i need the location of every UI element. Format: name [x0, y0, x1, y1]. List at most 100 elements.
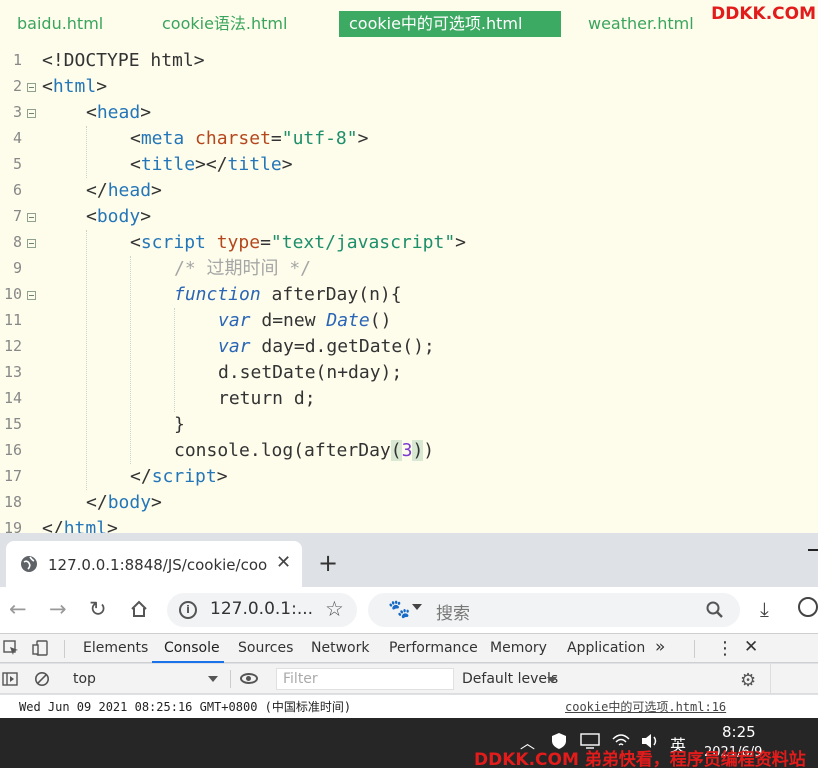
fold-toggle-icon[interactable]: [27, 291, 36, 300]
code-text: d.setDate(n+day);: [218, 362, 403, 383]
chevron-down-icon[interactable]: [412, 604, 422, 610]
download-icon[interactable]: ⤓: [760, 597, 769, 621]
code-line-3: <head>: [86, 100, 151, 126]
devtools-tab-sources[interactable]: Sources: [238, 640, 293, 656]
number-literal: 3: [401, 440, 413, 461]
filter-input[interactable]: Filter: [276, 668, 454, 690]
reload-icon[interactable]: ↻: [89, 597, 107, 621]
punct: >: [96, 76, 108, 97]
fold-toggle-icon[interactable]: [27, 109, 36, 118]
line-number: 7: [12, 207, 22, 225]
new-tab-button[interactable]: +: [318, 551, 338, 575]
code-text: }: [174, 414, 185, 435]
fold-toggle-icon[interactable]: [27, 83, 36, 92]
line-number: 1: [12, 51, 22, 69]
console-settings-area: [770, 664, 818, 694]
inspect-element-icon[interactable]: [3, 640, 19, 656]
devtools-tab-console[interactable]: Console: [164, 640, 220, 656]
line-number: 5: [12, 155, 22, 173]
tab-baidu-html[interactable]: baidu.html: [17, 11, 103, 37]
address-url[interactable]: 127.0.0.1:...: [210, 599, 313, 619]
line-number: 2: [12, 77, 22, 95]
punct: </: [42, 518, 64, 533]
punct: <: [86, 102, 97, 123]
console-log-source-link[interactable]: cookie中的可选项.html:16: [565, 698, 726, 715]
code-line-15: }: [174, 412, 185, 438]
tab-cookie-syntax-html[interactable]: cookie语法.html: [162, 11, 287, 37]
line-number: 9: [12, 259, 22, 277]
info-icon[interactable]: i: [179, 601, 197, 619]
punct: >: [140, 102, 152, 123]
devtools-tab-network[interactable]: Network: [311, 640, 369, 656]
code-line-17: </script>: [130, 464, 228, 490]
punct: >: [281, 154, 293, 175]
context-selector[interactable]: top: [64, 668, 226, 690]
tag-name: script: [140, 232, 206, 253]
more-tabs-icon[interactable]: »: [655, 637, 665, 657]
tag-name: html: [52, 76, 97, 97]
devtools-tab-performance[interactable]: Performance: [389, 640, 478, 656]
close-devtools-icon[interactable]: ✕: [744, 637, 758, 657]
code-text: afterDay(n){: [260, 284, 402, 305]
forward-arrow-icon[interactable]: →: [49, 597, 67, 621]
line-number: 12: [3, 337, 22, 355]
site-watermark: DDKK.COM 弟弟快看，程序员编程资料站: [474, 750, 806, 768]
clock-time[interactable]: 8:25: [722, 723, 756, 741]
clear-console-icon[interactable]: [34, 671, 50, 687]
doctype: <!DOCTYPE html>: [42, 50, 205, 71]
editor-tab-bar: baidu.html cookie语法.html cookie中的可选项.htm…: [0, 0, 818, 46]
punct: >: [151, 492, 162, 513]
code-line-2: <html>: [42, 74, 107, 100]
gear-icon[interactable]: ⚙: [740, 670, 756, 691]
devtools-tab-elements[interactable]: Elements: [83, 640, 148, 656]
divider: [694, 640, 695, 658]
eye-icon[interactable]: [240, 673, 258, 684]
tag-name: title: [140, 154, 196, 175]
line-number: 4: [12, 129, 22, 147]
sidebar-toggle-icon[interactable]: [2, 671, 18, 687]
attr-name: charset: [195, 128, 271, 149]
indent-guide: [86, 126, 87, 178]
punct: </: [86, 492, 108, 513]
code-line-7: <body>: [86, 204, 151, 230]
code-editor[interactable]: baidu.html cookie语法.html cookie中的可选项.htm…: [0, 0, 818, 533]
tab-weather-html[interactable]: weather.html: [588, 11, 694, 37]
close-tab-icon[interactable]: ✕: [276, 552, 291, 573]
punct: <: [42, 76, 53, 97]
fold-toggle-icon[interactable]: [27, 239, 36, 248]
brand-watermark: DDKK.COM: [711, 4, 816, 24]
devtools-tab-memory[interactable]: Memory: [490, 640, 547, 656]
minimize-icon[interactable]: [808, 549, 818, 551]
line-number: 18: [3, 493, 22, 511]
console-output: Wed Jun 09 2021 08:25:16 GMT+0800 (中国标准时…: [0, 695, 818, 718]
back-arrow-icon[interactable]: ←: [9, 597, 27, 621]
fold-toggle-icon[interactable]: [27, 213, 36, 222]
line-number: 16: [3, 441, 22, 459]
line-number: 8: [12, 233, 22, 251]
kebab-menu-icon[interactable]: ⋮: [716, 638, 734, 659]
search-icon[interactable]: [706, 601, 724, 619]
code-line-1: <!DOCTYPE html>: [42, 48, 205, 74]
log-levels-dropdown[interactable]: Default levels: [462, 671, 558, 687]
home-icon[interactable]: [129, 599, 149, 619]
history-clock-icon[interactable]: [798, 597, 818, 617]
code-text: day=d.getDate();: [250, 336, 435, 357]
attr-name: type: [216, 232, 261, 253]
address-bar[interactable]: i 127.0.0.1:... ☆: [167, 593, 357, 627]
search-placeholder[interactable]: 搜索: [436, 599, 470, 624]
punct: >: [140, 206, 152, 227]
code-line-13: d.setDate(n+day);: [218, 360, 402, 386]
browser-tab[interactable]: 127.0.0.1:8848/JS/cookie/cookie中的可选项.htm…: [6, 541, 302, 587]
baidu-paw-icon[interactable]: 🐾: [388, 599, 410, 620]
devtools-tab-application[interactable]: Application: [567, 640, 645, 656]
tab-cookie-options-html[interactable]: cookie中的可选项.html: [339, 11, 561, 37]
search-box[interactable]: 🐾 搜索: [368, 593, 740, 627]
bookmark-star-icon[interactable]: ☆: [325, 597, 344, 621]
device-toolbar-icon[interactable]: [32, 640, 48, 656]
bracket-highlight: (: [390, 440, 402, 461]
tag-name: script: [151, 466, 217, 487]
line-number: 10: [3, 285, 22, 303]
devtools-tab-bar: Elements Console Sources Network Perform…: [0, 633, 818, 663]
punct: >: [455, 232, 466, 253]
code-line-14: return d;: [218, 386, 316, 412]
